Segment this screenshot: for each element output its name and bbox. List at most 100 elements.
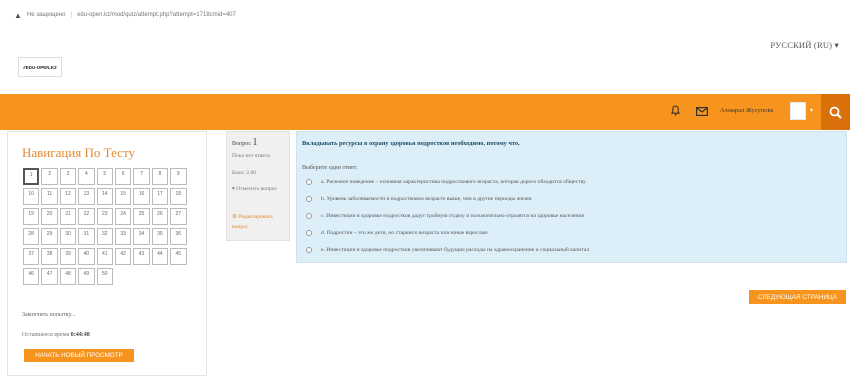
question-nav-button[interactable]: 5 — [96, 168, 113, 185]
edit-question-label: Редактировать вопрос — [232, 214, 273, 230]
start-new-preview-button[interactable]: НАЧАТЬ НОВЫЙ ПРОСМОТР — [24, 349, 134, 362]
answer-option-c[interactable]: c. Инвестиции в здоровье подростков даду… — [306, 211, 584, 220]
answer-option-label[interactable]: d. Подростки – это же дети, но старшего … — [321, 230, 488, 236]
question-content: Вкладывать ресурсы в охрану здоровья под… — [296, 131, 847, 263]
question-nav-button[interactable]: 32 — [96, 228, 113, 245]
url-text[interactable]: edu-open.kz/mod/quiz/attempt.php?attempt… — [77, 12, 236, 18]
logo-text: #EDU-OPEN.KZ — [23, 64, 57, 70]
answer-option-e[interactable]: e. Инвестиции в здоровье подростков увел… — [306, 245, 589, 254]
question-nav-button[interactable]: 42 — [114, 248, 132, 265]
finish-attempt-link[interactable]: Закончить попытку... — [22, 312, 75, 318]
quiz-navigation-block: Навигация По Тесту 1 2 3 4 5 6 7 8 9 10 11 12 13 14 15… — [7, 131, 207, 376]
chevron-down-icon[interactable]: ▾ — [810, 107, 813, 114]
radio-button[interactable] — [306, 246, 312, 253]
question-nav-button[interactable]: 40 — [78, 248, 95, 265]
question-nav-button[interactable]: 12 — [59, 188, 77, 205]
question-nav-button[interactable]: 36 — [170, 228, 187, 245]
language-menu[interactable]: РУССКИЙ (RU) ▾ — [770, 40, 839, 51]
question-nav-button[interactable]: 38 — [41, 248, 58, 265]
question-button-grid: 1 2 3 4 5 6 7 8 9 10 11 12 13 14 15 16 17 18 19 20 21 22 23 24 2… — [23, 168, 191, 285]
question-nav-button[interactable]: 14 — [96, 188, 113, 205]
question-nav-button[interactable]: 13 — [78, 188, 95, 205]
question-nav-button[interactable]: 31 — [78, 228, 95, 245]
question-info-panel: Вопрос 1 Пока нет ответа Балл: 2,00 ▾ От… — [226, 131, 290, 241]
main-navbar: Ахмарал Жусупова ▾ — [0, 94, 850, 130]
question-nav-button[interactable]: 21 — [59, 208, 77, 225]
question-nav-button[interactable]: 11 — [41, 188, 58, 205]
address-bar[interactable]: ▲ Не защищено | edu-open.kz/mod/quiz/att… — [0, 0, 850, 30]
question-nav-button[interactable]: 26 — [151, 208, 169, 225]
question-nav-button[interactable]: 6 — [114, 168, 132, 185]
radio-button[interactable] — [306, 229, 312, 236]
question-nav-button[interactable]: 28 — [23, 228, 40, 245]
flag-question-link[interactable]: ▾ Отметить вопрос — [232, 185, 288, 194]
flag-question-label: Отметить вопрос — [236, 186, 278, 192]
question-nav-button[interactable]: 27 — [170, 208, 187, 225]
question-number-label: Вопрос — [232, 141, 252, 147]
question-nav-button[interactable]: 17 — [151, 188, 169, 205]
bell-icon[interactable] — [671, 105, 680, 116]
radio-button[interactable] — [306, 178, 312, 185]
answer-option-label[interactable]: b. Уровень заболеваемости в подростковом… — [321, 196, 532, 202]
answer-option-label[interactable]: a. Рисковое поведение – основная характе… — [321, 179, 586, 185]
question-nav-button[interactable]: 44 — [151, 248, 169, 265]
question-nav-button[interactable]: 29 — [41, 228, 58, 245]
question-nav-button[interactable]: 2 — [41, 168, 58, 185]
question-nav-button[interactable]: 46 — [23, 268, 40, 285]
question-nav-button[interactable]: 41 — [96, 248, 113, 265]
question-nav-button[interactable]: 45 — [170, 248, 187, 265]
question-nav-button[interactable]: 9 — [170, 168, 187, 185]
answer-option-label[interactable]: c. Инвестиции в здоровье подростков даду… — [321, 213, 584, 219]
question-nav-button[interactable]: 47 — [41, 268, 58, 285]
question-nav-button[interactable]: 7 — [133, 168, 150, 185]
address-separator: | — [70, 12, 73, 18]
user-name[interactable]: Ахмарал Жусупова — [720, 107, 773, 114]
question-nav-button[interactable]: 49 — [78, 268, 95, 285]
question-nav-button[interactable]: 16 — [133, 188, 150, 205]
answer-prompt: Выберите один ответ: — [302, 165, 358, 171]
radio-button[interactable] — [306, 195, 312, 202]
question-nav-button[interactable]: 4 — [78, 168, 95, 185]
avatar[interactable] — [790, 102, 806, 120]
flag-icon: ▾ — [232, 186, 235, 192]
question-nav-button[interactable]: 3 — [59, 168, 77, 185]
answer-option-a[interactable]: a. Рисковое поведение – основная характе… — [306, 177, 586, 186]
radio-button[interactable] — [306, 212, 312, 219]
question-nav-button[interactable]: 33 — [114, 228, 132, 245]
question-nav-button[interactable]: 20 — [41, 208, 58, 225]
question-nav-button[interactable]: 37 — [23, 248, 40, 265]
time-left: Оставшееся время 0:44:48 — [22, 332, 90, 338]
question-nav-button[interactable]: 24 — [114, 208, 132, 225]
question-nav-button[interactable]: 30 — [59, 228, 77, 245]
warning-icon: ▲ — [14, 10, 22, 20]
question-nav-button[interactable]: 23 — [96, 208, 113, 225]
question-grade: Балл: 2,00 — [232, 170, 257, 176]
answer-option-label[interactable]: e. Инвестиции в здоровье подростков увел… — [321, 247, 589, 253]
question-nav-button[interactable]: 22 — [78, 208, 95, 225]
question-nav-button[interactable]: 19 — [23, 208, 40, 225]
question-nav-button[interactable]: 35 — [151, 228, 169, 245]
question-nav-button[interactable]: 1 — [23, 168, 40, 185]
question-nav-button[interactable]: 39 — [59, 248, 77, 265]
question-nav-button[interactable]: 43 — [133, 248, 150, 265]
question-nav-button[interactable]: 10 — [23, 188, 40, 205]
question-nav-button[interactable]: 15 — [114, 188, 132, 205]
site-logo[interactable]: #EDU-OPEN.KZ — [18, 57, 62, 77]
question-nav-button[interactable]: 50 — [96, 268, 113, 285]
question-nav-button[interactable]: 18 — [170, 188, 187, 205]
question-nav-button[interactable]: 8 — [151, 168, 169, 185]
mail-icon[interactable] — [696, 107, 708, 116]
question-state: Пока нет ответа — [232, 153, 270, 159]
edit-question-link[interactable]: ⚙ Редактировать вопрос — [232, 212, 288, 232]
search-icon — [829, 106, 842, 119]
question-nav-button[interactable]: 25 — [133, 208, 150, 225]
answer-option-d[interactable]: d. Подростки – это же дети, но старшего … — [306, 228, 488, 237]
answer-option-b[interactable]: b. Уровень заболеваемости в подростковом… — [306, 194, 532, 203]
question-nav-button[interactable]: 34 — [133, 228, 150, 245]
time-left-label: Оставшееся время — [22, 332, 70, 338]
quiz-navigation-title: Навигация По Тесту — [22, 145, 135, 160]
question-nav-button[interactable]: 48 — [59, 268, 77, 285]
next-page-button[interactable]: СЛЕДУЮЩАЯ СТРАНИЦА — [749, 290, 846, 304]
search-button[interactable] — [821, 94, 850, 130]
gear-icon: ⚙ — [232, 214, 238, 220]
